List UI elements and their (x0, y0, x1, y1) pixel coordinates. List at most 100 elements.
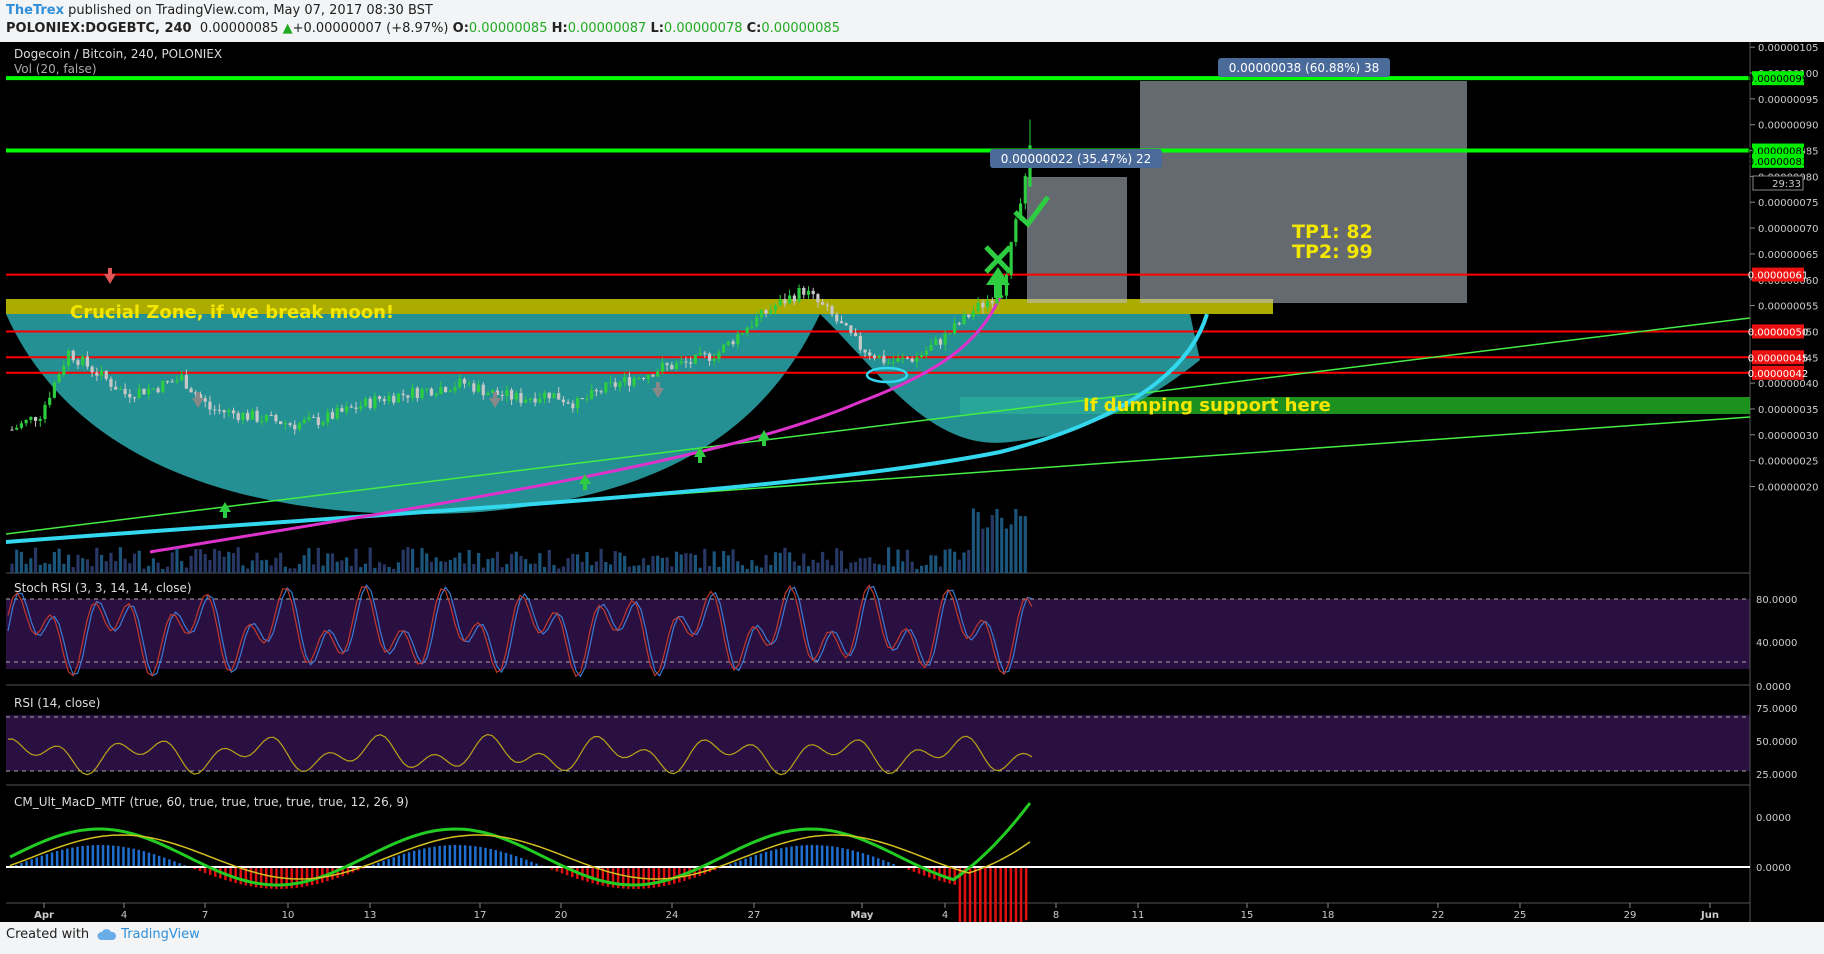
macd-histogram-bar (463, 845, 467, 867)
volume-bar (981, 528, 985, 573)
volume-bar (868, 557, 872, 573)
volume-bar (293, 568, 297, 573)
volume-bar (330, 553, 335, 573)
macd-histogram-bar (810, 845, 814, 867)
candle-body (585, 398, 589, 400)
candle-body (773, 305, 778, 310)
y-axis-label: 0.00000105 (1758, 43, 1818, 54)
macd-histogram-bar (81, 846, 84, 867)
candle-body (924, 350, 928, 355)
macd-histogram-bar (448, 845, 452, 867)
macd-histogram-bar (1019, 867, 1023, 924)
symbol-label[interactable]: POLONIEX:DOGEBTC, 240 (6, 21, 192, 36)
candle-body (943, 333, 947, 345)
volume-bar (1014, 509, 1018, 573)
candle-body (599, 391, 603, 393)
volume-bar (48, 563, 52, 573)
footer: Created with TradingView (6, 927, 200, 942)
candle-body (816, 294, 820, 303)
volume-bar (415, 567, 419, 573)
candle-body (203, 398, 207, 402)
volume-bar (707, 566, 712, 573)
candle-body (952, 323, 957, 334)
macd-histogram-bar (71, 847, 74, 867)
macd-histogram-bar (147, 852, 151, 867)
volume-bar (184, 567, 188, 573)
volume-bar (783, 547, 787, 573)
macd-histogram-bar (826, 845, 829, 867)
candle-body (698, 352, 702, 355)
price-tag-label: 0.00000083 (1748, 157, 1808, 168)
volume-bar (802, 553, 806, 573)
candle-body (453, 387, 457, 391)
candle-body (863, 349, 867, 353)
volume-bar (849, 562, 853, 573)
tp1-label: TP1: 82 (1292, 221, 1373, 243)
candle-body (877, 355, 881, 359)
candle-body (891, 361, 895, 363)
candle-body (637, 378, 641, 380)
macd-histogram-bar (780, 848, 783, 867)
macd-histogram-bar (882, 860, 885, 867)
created-with-label: Created with (6, 927, 90, 942)
macd-histogram-bar (775, 849, 778, 867)
macd-histogram-bar (50, 852, 54, 867)
volume-bar (943, 549, 947, 573)
volume-bar (839, 550, 844, 573)
candle-body (594, 389, 599, 392)
volume-bar (566, 558, 570, 573)
candle-body (608, 382, 613, 384)
chart-area[interactable]: Crucial Zone, if we break moon! If dumpi… (0, 42, 1824, 933)
volume-bar (608, 564, 613, 573)
volume-bar (279, 552, 283, 573)
volume-bar (434, 557, 438, 573)
chart-canvas[interactable]: Crucial Zone, if we break moon! If dumpi… (0, 42, 1824, 933)
volume-bar (623, 555, 627, 573)
volume-bar (806, 566, 811, 573)
candle-body (481, 384, 485, 396)
volume-bar (656, 555, 660, 573)
macd-histogram-bar (469, 845, 472, 867)
volume-bar (778, 552, 782, 573)
volume-bar (580, 561, 584, 573)
macd-histogram-bar (163, 857, 166, 867)
volume-bar (321, 565, 325, 573)
volume-bar (359, 567, 363, 573)
candle-body (703, 352, 707, 354)
x-axis-label: 20 (555, 910, 568, 921)
candle-body (142, 388, 146, 395)
candle-body (274, 415, 278, 422)
candle-body (250, 410, 254, 420)
x-axis-label: May (851, 910, 874, 921)
volume-bar (15, 549, 19, 573)
x-axis-label: 8 (1053, 910, 1059, 921)
volume-bar (486, 559, 490, 573)
candle-body (71, 350, 75, 361)
volume-bar (95, 547, 99, 573)
macd-histogram-bar (458, 845, 462, 867)
candle-body (43, 404, 47, 420)
macd-histogram-bar (831, 846, 834, 867)
candle-body (783, 299, 787, 304)
author-link[interactable]: TheTrex (6, 3, 64, 18)
volume-bar (283, 566, 287, 573)
candle-body (321, 422, 325, 425)
rsi-tick: 25.0000 (1756, 770, 1797, 781)
volume-bar (109, 552, 113, 573)
volume-bar (458, 552, 462, 573)
tradingview-link[interactable]: TradingView (97, 927, 200, 942)
volume-bar (877, 564, 881, 573)
candle-body (401, 393, 405, 396)
volume-bar (632, 565, 636, 573)
candle-body (217, 409, 221, 411)
volume-bar (52, 551, 57, 573)
candle-body (269, 415, 273, 417)
support-label: If dumping support here (1083, 395, 1331, 416)
volume-bar (910, 561, 914, 573)
x-axis-label: 29 (1624, 910, 1637, 921)
candle-body (472, 383, 476, 392)
volume-bar (533, 563, 537, 573)
candle-body (722, 344, 726, 353)
volume-bar (222, 556, 226, 573)
macd-histogram-bar (484, 847, 487, 867)
